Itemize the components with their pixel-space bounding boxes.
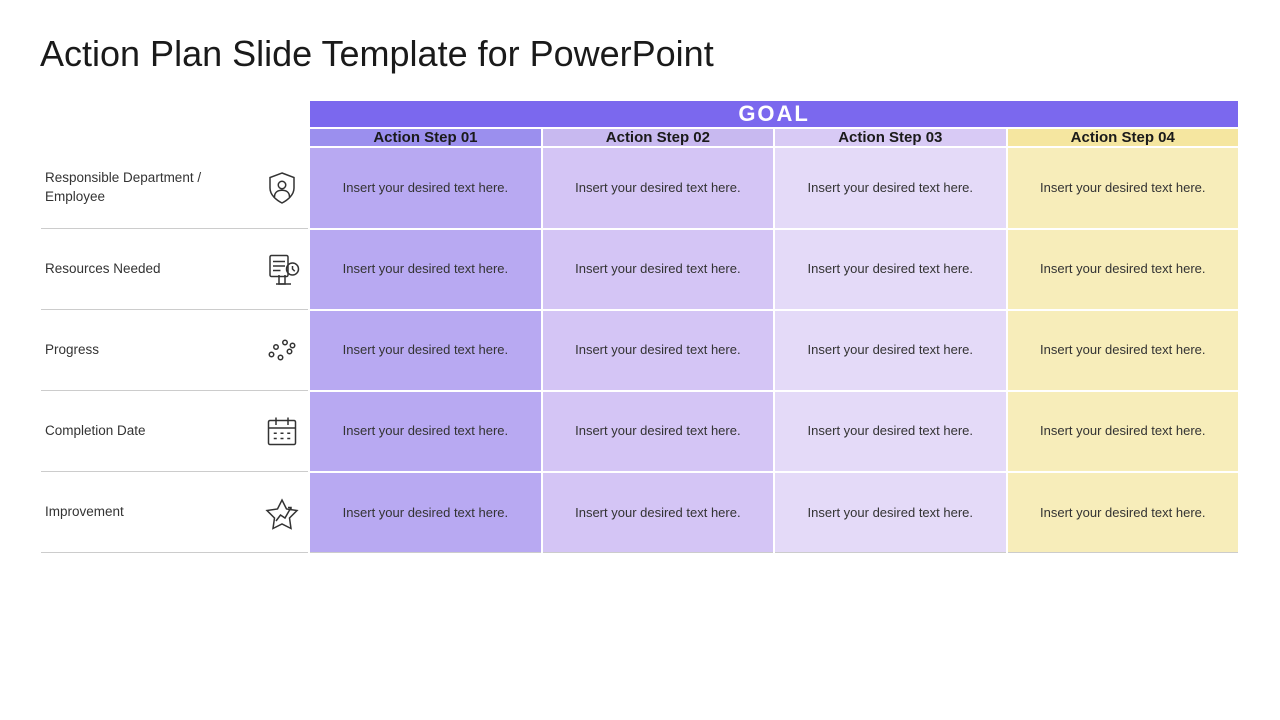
data-cell-r0-c1[interactable]: Insert your desired text here. (542, 147, 774, 229)
row-label-cell: Responsible Department / Employee (41, 147, 309, 229)
improvement-icon (260, 490, 304, 534)
row-label-cell: Resources Needed (41, 229, 309, 310)
data-cell-r4-c0[interactable]: Insert your desired text here. (309, 472, 541, 553)
page-title: Action Plan Slide Template for PowerPoin… (40, 32, 1240, 75)
calendar-icon (260, 409, 304, 453)
page: Action Plan Slide Template for PowerPoin… (0, 0, 1280, 720)
row-label-text: Responsible Department / Employee (45, 169, 252, 207)
table-wrapper: GOAL Action Step 01 Action Step 02 Actio… (40, 99, 1240, 700)
data-cell-r3-c2[interactable]: Insert your desired text here. (774, 391, 1006, 472)
row-label-text: Resources Needed (45, 260, 252, 279)
data-cell-r3-c0[interactable]: Insert your desired text here. (309, 391, 541, 472)
table-row: Resources Needed Insert your desired tex… (41, 229, 1239, 310)
row-label-text: Improvement (45, 503, 252, 522)
data-cell-r2-c2[interactable]: Insert your desired text here. (774, 310, 1006, 391)
data-cell-r0-c0[interactable]: Insert your desired text here. (309, 147, 541, 229)
data-cell-r1-c3[interactable]: Insert your desired text here. (1007, 229, 1239, 310)
step-01-header: Action Step 01 (309, 128, 541, 147)
goal-row: GOAL (41, 100, 1239, 128)
goal-cell: GOAL (309, 100, 1239, 128)
data-cell-r4-c3[interactable]: Insert your desired text here. (1007, 472, 1239, 553)
table-row: Improvement Insert your desired text her… (41, 472, 1239, 553)
step-header-row: Action Step 01 Action Step 02 Action Ste… (41, 128, 1239, 147)
data-cell-r1-c2[interactable]: Insert your desired text here. (774, 229, 1006, 310)
data-cell-r1-c0[interactable]: Insert your desired text here. (309, 229, 541, 310)
shield-person-icon (260, 166, 304, 210)
data-cell-r0-c3[interactable]: Insert your desired text here. (1007, 147, 1239, 229)
step-04-header: Action Step 04 (1007, 128, 1239, 147)
data-cell-r3-c1[interactable]: Insert your desired text here. (542, 391, 774, 472)
step-03-header: Action Step 03 (774, 128, 1006, 147)
table-row: Completion Date Insert your desired text… (41, 391, 1239, 472)
data-cell-r3-c3[interactable]: Insert your desired text here. (1007, 391, 1239, 472)
action-plan-table: GOAL Action Step 01 Action Step 02 Actio… (40, 99, 1240, 553)
data-cell-r0-c2[interactable]: Insert your desired text here. (774, 147, 1006, 229)
progress-icon (260, 328, 304, 372)
row-label-text: Completion Date (45, 422, 252, 441)
goal-spacer (41, 100, 309, 128)
row-label-text: Progress (45, 341, 252, 360)
data-cell-r2-c3[interactable]: Insert your desired text here. (1007, 310, 1239, 391)
data-cell-r2-c1[interactable]: Insert your desired text here. (542, 310, 774, 391)
row-label-cell: Improvement (41, 472, 309, 553)
table-row: Responsible Department / Employee Insert… (41, 147, 1239, 229)
step-02-header: Action Step 02 (542, 128, 774, 147)
row-label-cell: Completion Date (41, 391, 309, 472)
table-row: Progress Insert your desired text here.I… (41, 310, 1239, 391)
resources-icon (260, 247, 304, 291)
step-spacer (41, 128, 309, 147)
row-label-cell: Progress (41, 310, 309, 391)
data-cell-r1-c1[interactable]: Insert your desired text here. (542, 229, 774, 310)
data-cell-r4-c1[interactable]: Insert your desired text here. (542, 472, 774, 553)
data-cell-r2-c0[interactable]: Insert your desired text here. (309, 310, 541, 391)
data-cell-r4-c2[interactable]: Insert your desired text here. (774, 472, 1006, 553)
